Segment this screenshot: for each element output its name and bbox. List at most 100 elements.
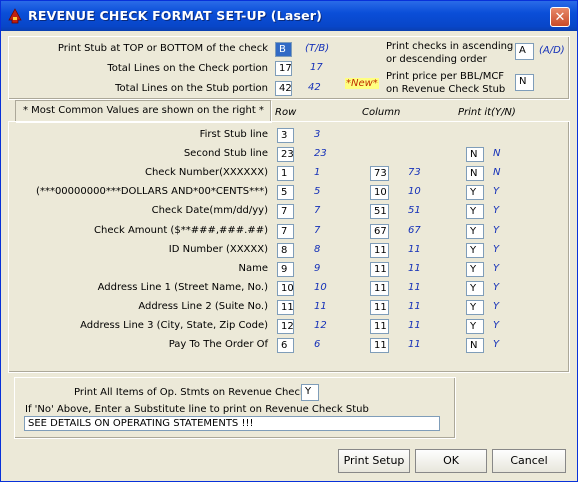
column-input[interactable]: 11 — [370, 243, 389, 258]
print-hint: N — [493, 167, 501, 178]
field-label: Check Date(mm/dd/yy) — [151, 205, 268, 216]
print-input[interactable]: N — [466, 338, 484, 353]
row-input[interactable]: 11 — [277, 300, 294, 315]
field-label: Address Line 2 (Suite No.) — [138, 301, 268, 312]
values-note: * Most Common Values are shown on the ri… — [23, 105, 264, 116]
row-hint: 3 — [314, 129, 321, 140]
header-row: Row — [275, 107, 297, 118]
dialog-window: REVENUE CHECK FORMAT SET-UP (Laser) ✕ Pr… — [0, 0, 578, 482]
column-input[interactable]: 11 — [370, 262, 389, 277]
column-hint: 11 — [408, 282, 421, 293]
row-input[interactable]: 23 — [277, 147, 294, 162]
cancel-button[interactable]: Cancel — [492, 449, 566, 473]
row-hint: 8 — [314, 244, 321, 255]
row-hint: 6 — [314, 339, 321, 350]
row-hint: 10 — [314, 282, 327, 293]
stub-lines-label: Total Lines on the Stub portion — [115, 83, 268, 94]
row-input[interactable]: 10 — [277, 281, 294, 296]
row-input[interactable]: 8 — [277, 243, 294, 258]
window-title: REVENUE CHECK FORMAT SET-UP (Laser) — [28, 8, 323, 23]
stub-position-input[interactable]: B — [275, 42, 292, 57]
row-hint: 23 — [314, 148, 327, 159]
price-label-line1: Print price per BBL/MCF — [386, 71, 505, 82]
row-input[interactable]: 12 — [277, 319, 294, 334]
column-input[interactable]: 11 — [370, 300, 389, 315]
field-label: Name — [238, 263, 268, 274]
row-input[interactable]: 9 — [277, 262, 294, 277]
check-lines-hint: 17 — [310, 62, 323, 73]
print-input[interactable]: Y — [466, 243, 484, 258]
print-hint: Y — [493, 244, 500, 255]
row-hint: 7 — [314, 225, 321, 236]
row-hint: 11 — [314, 301, 327, 312]
column-hint: 11 — [408, 244, 421, 255]
print-input[interactable]: Y — [466, 262, 484, 277]
column-hint: 73 — [408, 167, 421, 178]
price-input[interactable]: N — [515, 74, 534, 91]
field-label: Address Line 3 (City, State, Zip Code) — [80, 320, 268, 331]
print-hint: Y — [493, 339, 500, 350]
substitute-label: If 'No' Above, Enter a Substitute line t… — [25, 404, 369, 415]
field-label: Address Line 1 (Street Name, No.) — [97, 282, 268, 293]
print-hint: N — [493, 148, 501, 159]
print-all-label: Print All Items of Op. Stmts on Revenue … — [74, 387, 306, 398]
close-icon: ✕ — [554, 10, 566, 25]
print-hint: Y — [493, 205, 500, 216]
print-input[interactable]: Y — [466, 281, 484, 296]
print-hint: Y — [493, 263, 500, 274]
column-hint: 51 — [408, 205, 421, 216]
row-input[interactable]: 5 — [277, 185, 294, 200]
print-input[interactable]: Y — [466, 300, 484, 315]
print-hint: Y — [493, 186, 500, 197]
close-button[interactable]: ✕ — [550, 7, 570, 27]
print-input[interactable]: Y — [466, 185, 484, 200]
stub-lines-input[interactable]: 42 — [275, 81, 292, 96]
print-input[interactable]: N — [466, 166, 484, 181]
check-lines-input[interactable]: 17 — [275, 61, 292, 76]
header-print: Print it(Y/N) — [458, 107, 516, 118]
print-hint: Y — [493, 225, 500, 236]
column-input[interactable]: 73 — [370, 166, 389, 181]
order-label-line1: Print checks in ascending — [386, 41, 514, 52]
column-input[interactable]: 11 — [370, 338, 389, 353]
print-all-input[interactable]: Y — [301, 384, 319, 401]
field-label: Check Amount ($**###,###.##) — [94, 225, 268, 236]
order-label-line2: or descending order — [386, 54, 487, 65]
ok-button[interactable]: OK — [415, 449, 487, 473]
stub-lines-hint: 42 — [308, 82, 321, 93]
print-setup-button[interactable]: Print Setup — [338, 449, 410, 473]
field-label: Second Stub line — [183, 148, 268, 159]
order-input[interactable]: A — [515, 43, 534, 60]
column-input[interactable]: 10 — [370, 185, 389, 200]
print-input[interactable]: Y — [466, 224, 484, 239]
column-input[interactable]: 67 — [370, 224, 389, 239]
column-input[interactable]: 11 — [370, 281, 389, 296]
column-input[interactable]: 51 — [370, 204, 389, 219]
substitute-line-input[interactable]: SEE DETAILS ON OPERATING STATEMENTS !!! — [24, 416, 440, 431]
print-hint: Y — [493, 301, 500, 312]
row-hint: 7 — [314, 205, 321, 216]
row-input[interactable]: 1 — [277, 166, 294, 181]
print-input[interactable]: Y — [466, 319, 484, 334]
column-hint: 67 — [408, 225, 421, 236]
new-badge: *New* — [345, 78, 379, 89]
field-label: (***00000000***DOLLARS AND*00*CENTS***) — [36, 186, 268, 197]
row-hint: 9 — [314, 263, 321, 274]
row-input[interactable]: 7 — [277, 204, 294, 219]
print-hint: Y — [493, 320, 500, 331]
title-bar[interactable]: REVENUE CHECK FORMAT SET-UP (Laser) ✕ — [1, 1, 577, 31]
print-input[interactable]: Y — [466, 204, 484, 219]
row-input[interactable]: 3 — [277, 128, 294, 143]
order-hint: (A/D) — [539, 45, 565, 56]
row-hint: 12 — [314, 320, 327, 331]
field-label: First Stub line — [199, 129, 268, 140]
row-input[interactable]: 6 — [277, 338, 294, 353]
column-hint: 11 — [408, 339, 421, 350]
column-input[interactable]: 11 — [370, 319, 389, 334]
row-input[interactable]: 7 — [277, 224, 294, 239]
field-label: ID Number (XXXXX) — [168, 244, 268, 255]
field-label: Check Number(XXXXXX) — [144, 167, 268, 178]
print-input[interactable]: N — [466, 147, 484, 162]
column-hint: 11 — [408, 301, 421, 312]
price-label-line2: on Revenue Check Stub — [386, 84, 506, 95]
